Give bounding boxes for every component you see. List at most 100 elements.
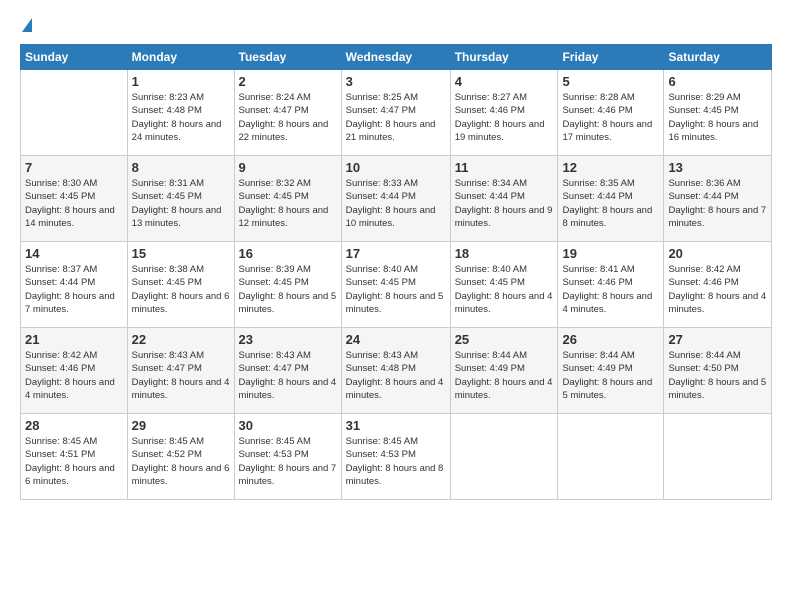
weekday-header-thursday: Thursday bbox=[450, 45, 558, 70]
day-number: 26 bbox=[562, 332, 659, 347]
day-number: 3 bbox=[346, 74, 446, 89]
day-info: Sunrise: 8:45 AMSunset: 4:53 PMDaylight:… bbox=[239, 435, 337, 488]
day-info: Sunrise: 8:42 AMSunset: 4:46 PMDaylight:… bbox=[25, 349, 123, 402]
calendar-cell: 22Sunrise: 8:43 AMSunset: 4:47 PMDayligh… bbox=[127, 328, 234, 414]
calendar-cell: 28 Sunrise: 8:45 AMSunset: 4:51 PMDayligh… bbox=[21, 414, 128, 500]
calendar-cell: 9 Sunrise: 8:32 AMSunset: 4:45 PMDaylight… bbox=[234, 156, 341, 242]
day-number: 25 bbox=[455, 332, 554, 347]
day-info: Sunrise: 8:37 AMSunset: 4:44 PMDaylight:… bbox=[25, 263, 123, 316]
calendar-table: SundayMondayTuesdayWednesdayThursdayFrid… bbox=[20, 44, 772, 500]
day-info: Sunrise: 8:45 AMSunset: 4:51 PMDaylight:… bbox=[25, 435, 123, 488]
day-info: Sunrise: 8:40 AMSunset: 4:45 PMDaylight:… bbox=[346, 263, 446, 316]
day-info: Sunrise: 8:43 AMSunset: 4:47 PMDaylight:… bbox=[239, 349, 337, 402]
weekday-header-friday: Friday bbox=[558, 45, 664, 70]
day-info: Sunrise: 8:27 AMSunset: 4:46 PMDaylight:… bbox=[455, 91, 554, 144]
calendar-cell: 30 Sunrise: 8:45 AMSunset: 4:53 PMDayligh… bbox=[234, 414, 341, 500]
day-number: 16 bbox=[239, 246, 337, 261]
calendar-cell: 3 Sunrise: 8:25 AMSunset: 4:47 PMDaylight… bbox=[341, 70, 450, 156]
calendar-cell: 12 Sunrise: 8:35 AMSunset: 4:44 PMDayligh… bbox=[558, 156, 664, 242]
day-number: 14 bbox=[25, 246, 123, 261]
calendar-cell: 21 Sunrise: 8:42 AMSunset: 4:46 PMDayligh… bbox=[21, 328, 128, 414]
calendar-cell: 2 Sunrise: 8:24 AMSunset: 4:47 PMDaylight… bbox=[234, 70, 341, 156]
calendar-cell: 15 Sunrise: 8:38 AMSunset: 4:45 PMDayligh… bbox=[127, 242, 234, 328]
calendar-cell: 1 Sunrise: 8:23 AMSunset: 4:48 PMDaylight… bbox=[127, 70, 234, 156]
weekday-header-tuesday: Tuesday bbox=[234, 45, 341, 70]
day-number: 22 bbox=[132, 332, 230, 347]
calendar-cell: 19Sunrise: 8:41 AMSunset: 4:46 PMDayligh… bbox=[558, 242, 664, 328]
header-row: SundayMondayTuesdayWednesdayThursdayFrid… bbox=[21, 45, 772, 70]
weekday-header-saturday: Saturday bbox=[664, 45, 772, 70]
day-info: Sunrise: 8:36 AMSunset: 4:44 PMDaylight:… bbox=[668, 177, 767, 230]
week-row-5: 28 Sunrise: 8:45 AMSunset: 4:51 PMDayligh… bbox=[21, 414, 772, 500]
day-number: 12 bbox=[562, 160, 659, 175]
day-info: Sunrise: 8:45 AMSunset: 4:53 PMDaylight:… bbox=[346, 435, 446, 488]
calendar-cell: 4Sunrise: 8:27 AMSunset: 4:46 PMDaylight… bbox=[450, 70, 558, 156]
weekday-header-monday: Monday bbox=[127, 45, 234, 70]
day-number: 15 bbox=[132, 246, 230, 261]
header bbox=[20, 18, 772, 34]
day-number: 24 bbox=[346, 332, 446, 347]
day-info: Sunrise: 8:29 AMSunset: 4:45 PMDaylight:… bbox=[668, 91, 767, 144]
week-row-3: 14 Sunrise: 8:37 AMSunset: 4:44 PMDayligh… bbox=[21, 242, 772, 328]
day-info: Sunrise: 8:43 AMSunset: 4:48 PMDaylight:… bbox=[346, 349, 446, 402]
day-number: 5 bbox=[562, 74, 659, 89]
calendar-cell: 18 Sunrise: 8:40 AMSunset: 4:45 PMDayligh… bbox=[450, 242, 558, 328]
day-number: 7 bbox=[25, 160, 123, 175]
day-number: 21 bbox=[25, 332, 123, 347]
calendar-cell: 20 Sunrise: 8:42 AMSunset: 4:46 PMDayligh… bbox=[664, 242, 772, 328]
day-info: Sunrise: 8:39 AMSunset: 4:45 PMDaylight:… bbox=[239, 263, 337, 316]
day-number: 13 bbox=[668, 160, 767, 175]
weekday-header-wednesday: Wednesday bbox=[341, 45, 450, 70]
day-info: Sunrise: 8:33 AMSunset: 4:44 PMDaylight:… bbox=[346, 177, 446, 230]
calendar-cell: 14 Sunrise: 8:37 AMSunset: 4:44 PMDayligh… bbox=[21, 242, 128, 328]
day-info: Sunrise: 8:30 AMSunset: 4:45 PMDaylight:… bbox=[25, 177, 123, 230]
day-info: Sunrise: 8:42 AMSunset: 4:46 PMDaylight:… bbox=[668, 263, 767, 316]
day-number: 31 bbox=[346, 418, 446, 433]
calendar-cell: 29Sunrise: 8:45 AMSunset: 4:52 PMDayligh… bbox=[127, 414, 234, 500]
day-number: 9 bbox=[239, 160, 337, 175]
calendar-cell: 7 Sunrise: 8:30 AMSunset: 4:45 PMDaylight… bbox=[21, 156, 128, 242]
day-number: 1 bbox=[132, 74, 230, 89]
day-number: 28 bbox=[25, 418, 123, 433]
day-number: 23 bbox=[239, 332, 337, 347]
day-info: Sunrise: 8:31 AMSunset: 4:45 PMDaylight:… bbox=[132, 177, 230, 230]
day-number: 10 bbox=[346, 160, 446, 175]
day-info: Sunrise: 8:23 AMSunset: 4:48 PMDaylight:… bbox=[132, 91, 230, 144]
week-row-4: 21 Sunrise: 8:42 AMSunset: 4:46 PMDayligh… bbox=[21, 328, 772, 414]
calendar-cell bbox=[21, 70, 128, 156]
day-info: Sunrise: 8:35 AMSunset: 4:44 PMDaylight:… bbox=[562, 177, 659, 230]
calendar-cell: 10 Sunrise: 8:33 AMSunset: 4:44 PMDayligh… bbox=[341, 156, 450, 242]
calendar-cell bbox=[664, 414, 772, 500]
calendar-cell bbox=[558, 414, 664, 500]
day-number: 30 bbox=[239, 418, 337, 433]
calendar-cell: 17 Sunrise: 8:40 AMSunset: 4:45 PMDayligh… bbox=[341, 242, 450, 328]
calendar-cell: 6Sunrise: 8:29 AMSunset: 4:45 PMDaylight… bbox=[664, 70, 772, 156]
day-info: Sunrise: 8:41 AMSunset: 4:46 PMDaylight:… bbox=[562, 263, 659, 316]
day-info: Sunrise: 8:40 AMSunset: 4:45 PMDaylight:… bbox=[455, 263, 554, 316]
weekday-header-sunday: Sunday bbox=[21, 45, 128, 70]
day-info: Sunrise: 8:24 AMSunset: 4:47 PMDaylight:… bbox=[239, 91, 337, 144]
day-number: 18 bbox=[455, 246, 554, 261]
day-info: Sunrise: 8:38 AMSunset: 4:45 PMDaylight:… bbox=[132, 263, 230, 316]
page: SundayMondayTuesdayWednesdayThursdayFrid… bbox=[0, 0, 792, 612]
calendar-cell: 11 Sunrise: 8:34 AMSunset: 4:44 PMDayligh… bbox=[450, 156, 558, 242]
calendar-cell: 27 Sunrise: 8:44 AMSunset: 4:50 PMDayligh… bbox=[664, 328, 772, 414]
day-info: Sunrise: 8:44 AMSunset: 4:49 PMDaylight:… bbox=[455, 349, 554, 402]
calendar-cell: 23 Sunrise: 8:43 AMSunset: 4:47 PMDayligh… bbox=[234, 328, 341, 414]
day-number: 11 bbox=[455, 160, 554, 175]
day-number: 20 bbox=[668, 246, 767, 261]
day-info: Sunrise: 8:44 AMSunset: 4:50 PMDaylight:… bbox=[668, 349, 767, 402]
logo bbox=[20, 18, 32, 34]
day-info: Sunrise: 8:34 AMSunset: 4:44 PMDaylight:… bbox=[455, 177, 554, 230]
day-info: Sunrise: 8:25 AMSunset: 4:47 PMDaylight:… bbox=[346, 91, 446, 144]
logo-triangle-icon bbox=[22, 18, 32, 32]
day-number: 17 bbox=[346, 246, 446, 261]
calendar-cell: 24 Sunrise: 8:43 AMSunset: 4:48 PMDayligh… bbox=[341, 328, 450, 414]
calendar-cell: 13 Sunrise: 8:36 AMSunset: 4:44 PMDayligh… bbox=[664, 156, 772, 242]
day-info: Sunrise: 8:44 AMSunset: 4:49 PMDaylight:… bbox=[562, 349, 659, 402]
day-info: Sunrise: 8:32 AMSunset: 4:45 PMDaylight:… bbox=[239, 177, 337, 230]
calendar-cell: 16 Sunrise: 8:39 AMSunset: 4:45 PMDayligh… bbox=[234, 242, 341, 328]
day-number: 8 bbox=[132, 160, 230, 175]
day-number: 2 bbox=[239, 74, 337, 89]
day-number: 27 bbox=[668, 332, 767, 347]
